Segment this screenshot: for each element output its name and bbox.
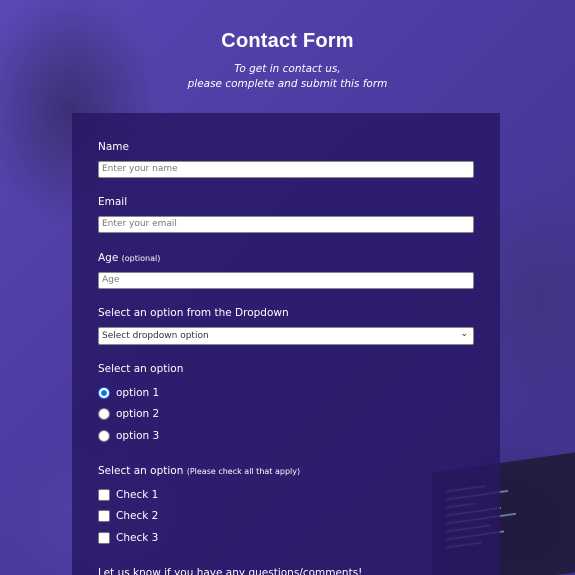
radio-option-1[interactable]: option 1 [98,382,474,404]
page-subtitle: To get in contact us, please complete an… [0,62,575,92]
page-title: Contact Form [221,30,354,52]
radio-option-2[interactable]: option 2 [98,404,474,426]
comments-label: Let us know if you have any questions/co… [98,567,363,575]
checkbox-option-label: Check 3 [116,531,159,544]
radio-button[interactable] [98,429,110,442]
radio-option-label: option 3 [116,429,160,442]
age-input[interactable]: Age [98,272,474,289]
contact-form-card: Name Enter your name Email Enter your em… [72,113,500,575]
radio-group-label: Select an option [98,363,184,375]
name-input[interactable]: Enter your name [98,161,474,178]
dropdown-field-group: Select an option from the Dropdown Selec… [98,307,474,345]
email-field-group: Email Enter your email [98,196,474,233]
name-field-group: Name Enter your name [98,141,474,178]
radio-option-label: option 1 [116,386,160,399]
radio-group: Select an option option 1 option 2 optio… [98,363,474,447]
radio-button[interactable] [98,408,110,421]
checkbox[interactable] [98,510,110,523]
subtitle-line-2: please complete and submit this form [187,78,388,90]
subtitle-line-1: To get in contact us, [234,63,341,75]
dropdown-select[interactable]: Select dropdown option ⌄ [98,327,474,345]
name-label: Name [98,141,129,153]
checkbox-group-note: (Please check all that apply) [186,467,301,476]
chevron-down-icon: ⌄ [460,329,468,339]
age-field-group: Age (optional) Age [98,252,474,289]
radio-options: option 1 option 2 option 3 [98,382,474,447]
checkbox-option-1[interactable]: Check 1 [98,484,474,506]
radio-option-label: option 2 [116,408,160,421]
radio-option-3[interactable]: option 3 [98,425,474,447]
checkbox-options: Check 1 Check 2 Check 3 [98,484,474,549]
checkbox[interactable] [98,531,110,544]
checkbox[interactable] [98,488,110,501]
checkbox-group-label-text: Select an option [98,465,184,477]
form-header: Contact Form To get in contact us, pleas… [0,30,575,92]
checkbox-option-label: Check 1 [116,488,159,501]
dropdown-selected-value: Select dropdown option [102,331,209,341]
checkbox-option-3[interactable]: Check 3 [98,527,474,549]
checkbox-group-label: Select an option (Please check all that … [98,465,474,478]
age-optional-note: (optional) [121,254,161,263]
age-label-text: Age [98,252,119,264]
email-input[interactable]: Enter your email [98,216,474,233]
radio-button-checked[interactable] [98,386,110,399]
email-label: Email [98,196,128,208]
checkbox-group: Select an option (Please check all that … [98,465,474,549]
age-label: Age (optional) [98,252,474,265]
checkbox-option-label: Check 2 [116,510,159,523]
dropdown-label: Select an option from the Dropdown [98,307,289,319]
checkbox-option-2[interactable]: Check 2 [98,506,474,528]
